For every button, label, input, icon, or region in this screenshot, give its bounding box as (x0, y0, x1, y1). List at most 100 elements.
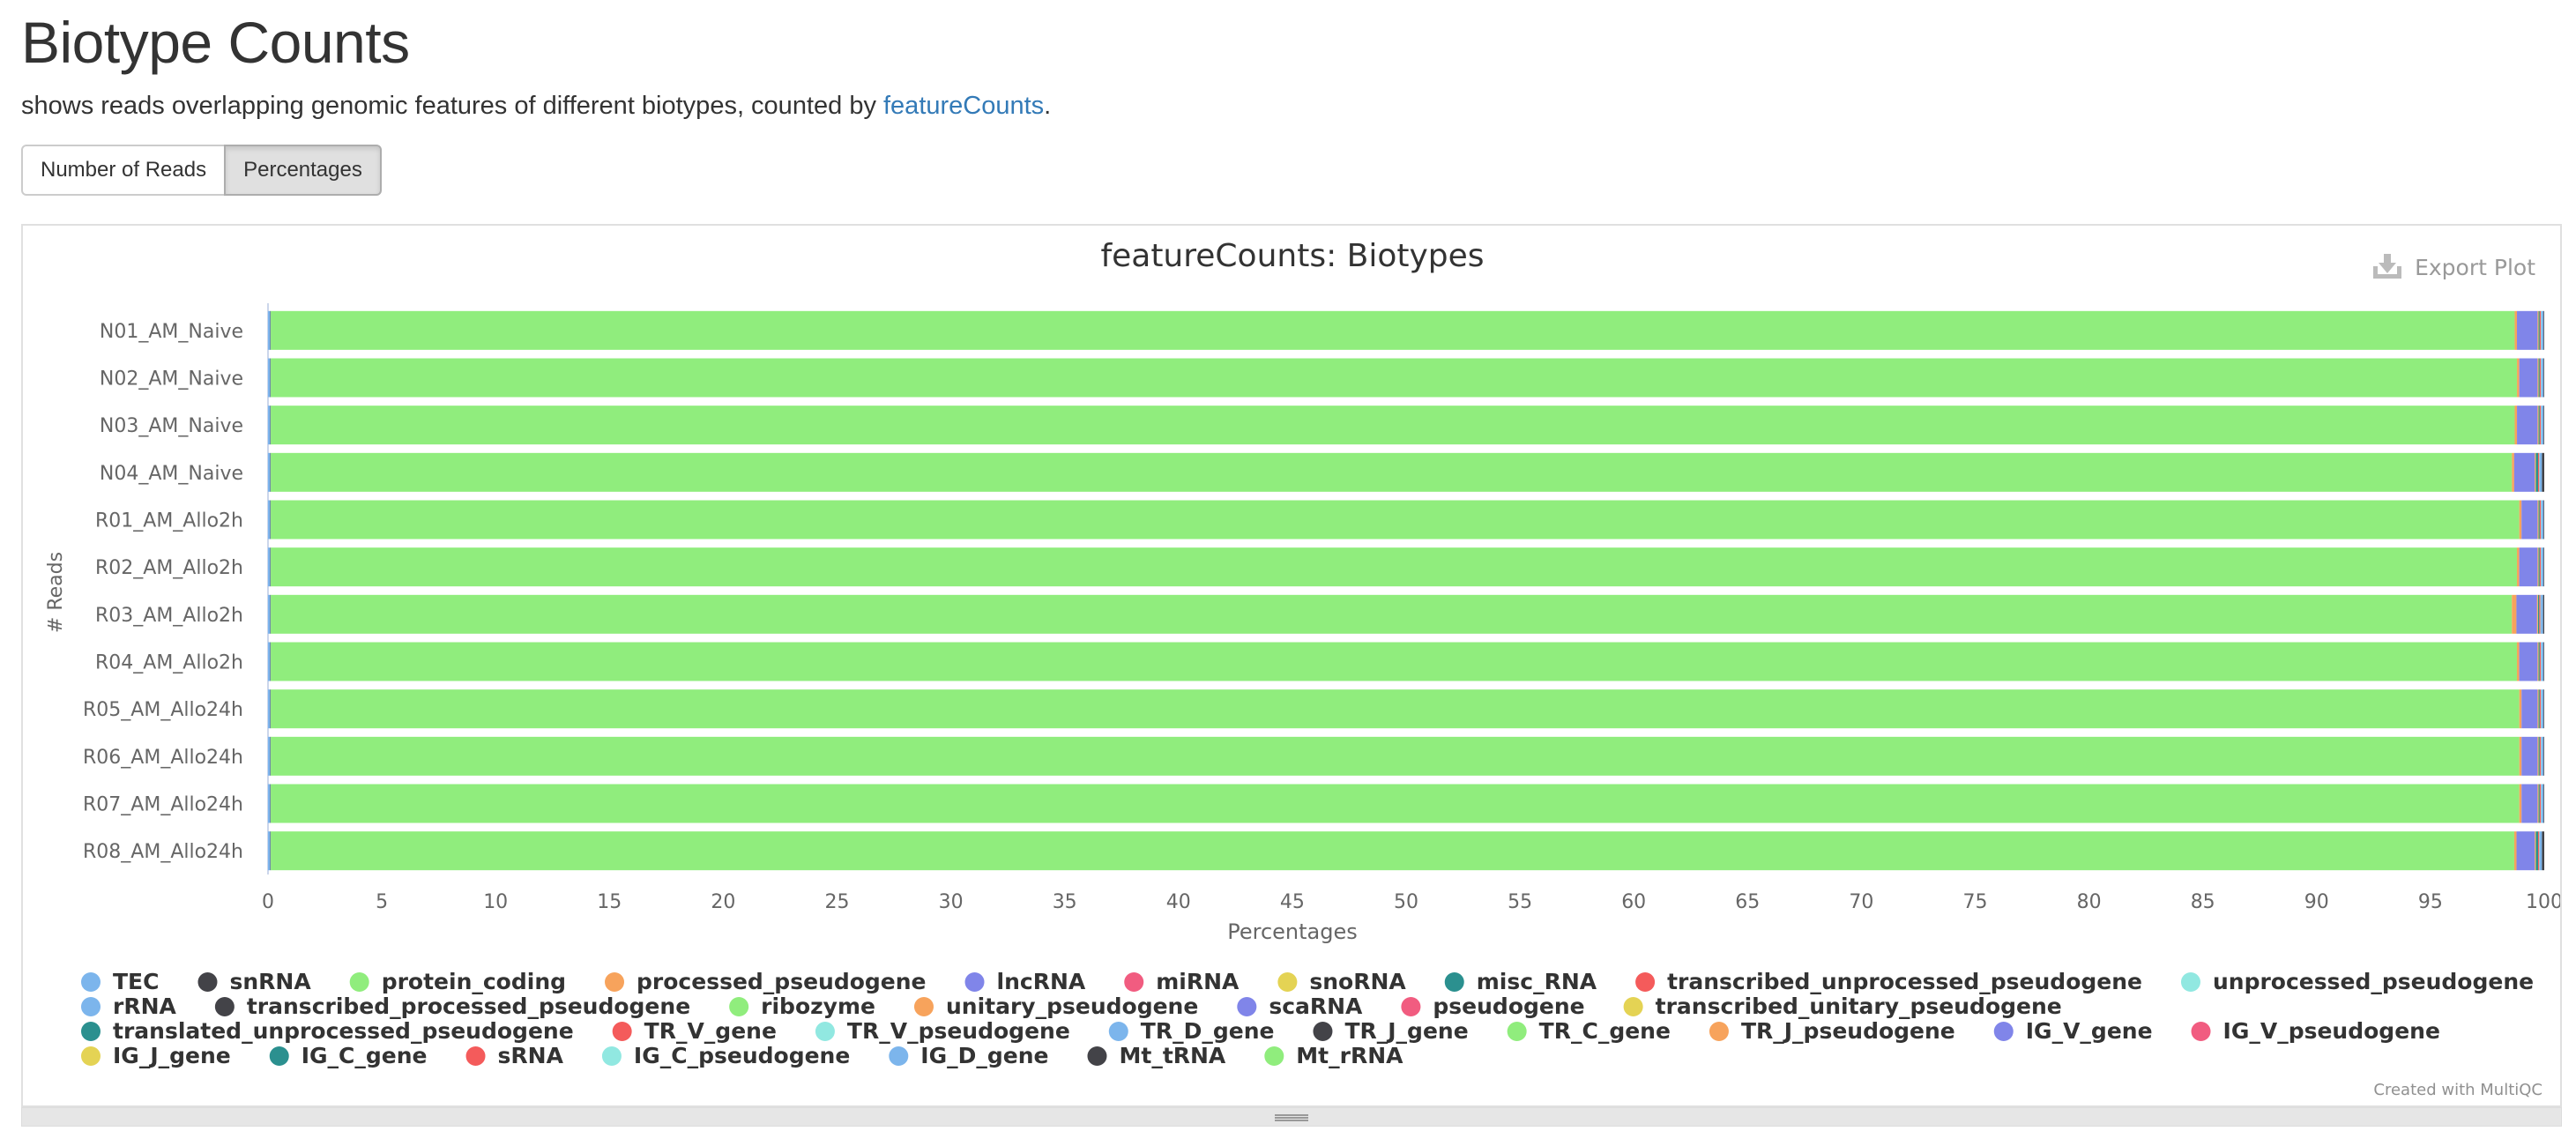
bar-segment[interactable] (2537, 642, 2538, 681)
bar-segment[interactable] (2535, 452, 2536, 492)
bar-segment[interactable] (2513, 452, 2535, 492)
bar-segment[interactable] (2538, 689, 2540, 729)
bar-segment[interactable] (2519, 784, 2522, 823)
bar-segment[interactable] (2516, 831, 2535, 871)
bar-segment[interactable] (271, 358, 2518, 398)
bar-segment[interactable] (2541, 642, 2542, 681)
bar-segment[interactable] (271, 500, 2520, 540)
bar-segment[interactable] (2541, 689, 2542, 729)
bar-segment[interactable] (2537, 406, 2538, 445)
legend-item[interactable]: transcribed_processed_pseudogene (214, 993, 690, 1019)
bar-segment[interactable] (271, 452, 2513, 492)
bar-segment[interactable] (2541, 784, 2544, 823)
bar-segment[interactable] (2536, 594, 2538, 634)
bar-segment[interactable] (2514, 406, 2518, 445)
bar-segment[interactable] (268, 594, 271, 634)
bar-segment[interactable] (2539, 642, 2542, 681)
bar-segment[interactable] (2543, 406, 2544, 445)
legend-item[interactable]: transcribed_unitary_pseudogene (1623, 993, 2062, 1019)
bar-segment[interactable] (271, 642, 2517, 681)
bar-segment[interactable] (2543, 358, 2544, 398)
bar-segment[interactable] (2537, 736, 2539, 776)
legend-item[interactable]: ribozyme (729, 993, 875, 1019)
bar-segment[interactable] (2542, 594, 2544, 634)
bar-segment[interactable] (271, 406, 2515, 445)
legend-item[interactable]: TR_V_gene (612, 1018, 777, 1044)
bar-segment[interactable] (2537, 784, 2538, 823)
bar-segment[interactable] (2541, 500, 2544, 540)
legend-item[interactable]: unitary_pseudogene (913, 993, 1198, 1019)
bar-segment[interactable] (2539, 831, 2540, 871)
bar-segment[interactable] (270, 500, 272, 540)
bar-segment[interactable] (268, 500, 271, 540)
bar-segment[interactable] (2538, 736, 2540, 776)
bar-segment[interactable] (2543, 500, 2544, 540)
bar-segment[interactable] (2512, 452, 2514, 492)
bar-segment[interactable] (2541, 736, 2542, 776)
bar-segment[interactable] (268, 310, 271, 350)
bar-segment[interactable] (2537, 500, 2539, 540)
bar-segment[interactable] (2542, 452, 2544, 492)
bar-segment[interactable] (270, 358, 272, 398)
bar-segment[interactable] (2542, 831, 2544, 871)
bar-segment[interactable] (2539, 594, 2541, 634)
legend-item[interactable]: TR_C_gene (1507, 1018, 1671, 1044)
legend-item[interactable]: IG_J_gene (81, 1043, 231, 1068)
bar-segment[interactable] (270, 736, 272, 776)
legend-item[interactable]: rRNA (81, 993, 177, 1019)
bar-segment[interactable] (2538, 452, 2540, 492)
bar-segment[interactable] (268, 547, 271, 587)
bar-segment[interactable] (2541, 310, 2542, 350)
bar-segment[interactable] (2537, 358, 2538, 398)
legend-item[interactable]: TEC (81, 969, 159, 994)
bar-segment[interactable] (2541, 310, 2544, 350)
bar-segment[interactable] (2541, 406, 2544, 445)
bar-segment[interactable] (2541, 736, 2544, 776)
bar-segment[interactable] (2519, 642, 2538, 681)
bar-segment[interactable] (2543, 547, 2544, 587)
bar-segment[interactable] (2541, 547, 2542, 587)
legend-item[interactable]: IG_C_gene (269, 1043, 428, 1068)
bar-segment[interactable] (268, 358, 271, 398)
bar-segment[interactable] (2543, 784, 2544, 823)
bar-segment[interactable] (2539, 500, 2542, 540)
legend-item[interactable]: miRNA (1124, 969, 1240, 994)
bar-segment[interactable] (268, 406, 271, 445)
percentages-button[interactable]: Percentages (224, 145, 382, 196)
bar-segment[interactable] (2519, 736, 2522, 776)
bar-segment[interactable] (2537, 736, 2538, 776)
bar-segment[interactable] (2537, 689, 2539, 729)
bar-segment[interactable] (2519, 358, 2538, 398)
legend-item[interactable]: IG_D_gene (889, 1043, 1048, 1068)
bar-segment[interactable] (2543, 310, 2544, 350)
bar-segment[interactable] (271, 689, 2520, 729)
bar-segment[interactable] (2519, 689, 2522, 729)
bar-segment[interactable] (2517, 547, 2520, 587)
bar-segment[interactable] (271, 547, 2518, 587)
legend-item[interactable]: lncRNA (964, 969, 1086, 994)
bar-segment[interactable] (2538, 594, 2540, 634)
bar-segment[interactable] (2537, 310, 2539, 350)
bar-segment[interactable] (270, 406, 272, 445)
bar-segment[interactable] (268, 642, 271, 681)
bar-segment[interactable] (2538, 784, 2540, 823)
bar-segment[interactable] (270, 689, 272, 729)
bar-segment[interactable] (2537, 547, 2538, 587)
legend-item[interactable]: TR_J_gene (1313, 1018, 1469, 1044)
legend-item[interactable]: snoRNA (1277, 969, 1406, 994)
bar-segment[interactable] (271, 736, 2520, 776)
bar-segment[interactable] (2517, 310, 2538, 350)
bar-segment[interactable] (2539, 358, 2542, 398)
bar-segment[interactable] (270, 642, 272, 681)
legend-item[interactable]: scaRNA (1237, 993, 1363, 1019)
bar-segment[interactable] (2519, 547, 2538, 587)
bar-segment[interactable] (2538, 642, 2540, 681)
bar-segment[interactable] (2543, 736, 2544, 776)
bar-segment[interactable] (2537, 784, 2539, 823)
bar-segment[interactable] (271, 310, 2515, 350)
featurecounts-link[interactable]: featureCounts (883, 92, 1044, 120)
bar-segment[interactable] (2517, 358, 2520, 398)
bar-segment[interactable] (2521, 500, 2538, 540)
bar-segment[interactable] (2537, 358, 2539, 398)
bar-segment[interactable] (270, 452, 272, 492)
